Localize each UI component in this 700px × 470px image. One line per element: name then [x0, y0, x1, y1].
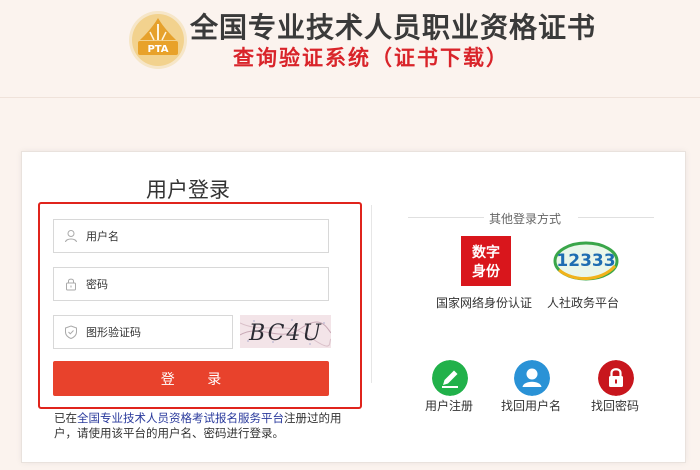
captcha-text: BC4U	[248, 321, 323, 346]
shield-check-icon	[65, 325, 77, 339]
other-login-title: 其他登录方式	[489, 212, 562, 226]
registration-platform-link[interactable]: 全国专业技术人员资格考试报名服务平台	[77, 411, 284, 425]
lock-icon	[66, 278, 76, 291]
password-field[interactable]	[53, 267, 329, 301]
edit-icon[interactable]	[432, 360, 468, 396]
page-title: 全国专业技术人员职业资格证书	[190, 11, 597, 44]
username-input[interactable]	[86, 220, 320, 252]
login-button[interactable]: 登 录	[53, 361, 329, 396]
lock-icon[interactable]	[598, 360, 634, 396]
digital-identity-badge-top: 数字	[472, 244, 500, 261]
login-title: 用户登录	[146, 178, 230, 202]
digital-identity-icon[interactable]: 数字 身份	[461, 236, 511, 286]
captcha-image[interactable]: BC4U	[240, 315, 331, 348]
password-input[interactable]	[86, 268, 320, 300]
hrss-12333-icon[interactable]: 12333	[553, 238, 619, 284]
hrss-label[interactable]: 人社政务平台	[547, 294, 619, 311]
captcha-input[interactable]	[86, 316, 224, 348]
national-id-label[interactable]: 国家网络身份认证	[436, 294, 532, 311]
site-header: PTA 全国专业技术人员职业资格证书 查询验证系统（证书下载）	[0, 0, 700, 98]
pta-logo-icon: PTA	[129, 11, 187, 69]
hrss-badge-text: 12333	[556, 251, 615, 271]
recover-password-label[interactable]: 找回密码	[591, 397, 639, 414]
user-icon[interactable]	[514, 360, 550, 396]
logo-text: PTA	[147, 44, 168, 55]
vertical-divider	[371, 205, 372, 383]
divider-left	[408, 217, 484, 218]
divider-right	[578, 217, 654, 218]
digital-identity-badge-bottom: 身份	[472, 263, 501, 280]
username-field[interactable]	[53, 219, 329, 253]
register-label[interactable]: 用户注册	[425, 397, 473, 414]
captcha-field[interactable]	[53, 315, 233, 349]
recover-username-label[interactable]: 找回用户名	[501, 397, 561, 414]
login-notice: 已在全国专业技术人员资格考试报名服务平台注册过的用户，请使用该平台的用户名、密码…	[54, 411, 342, 440]
user-icon	[65, 230, 77, 243]
page-subtitle: 查询验证系统（证书下载）	[233, 46, 509, 70]
